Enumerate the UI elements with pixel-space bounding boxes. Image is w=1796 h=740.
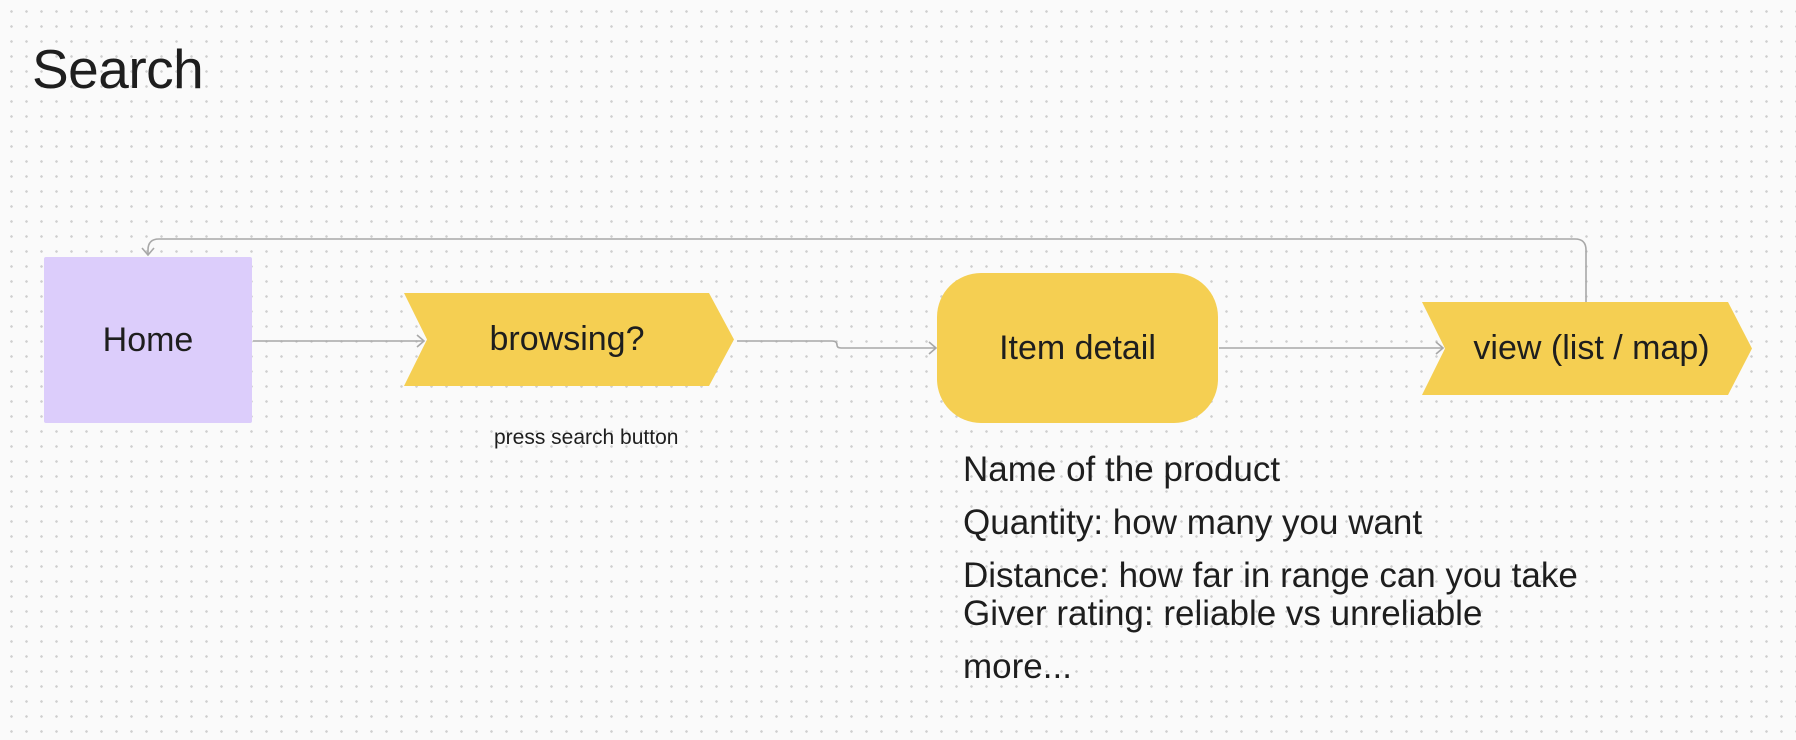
board-title[interactable]: Search [32,34,204,104]
arrowhead-view-to-home [141,247,155,257]
connector-browsing-to-item-detail[interactable] [737,340,936,349]
note-line: Distance: how far in range can you take [963,556,1578,595]
arrowhead-browsing-to-item-detail [928,341,938,355]
node-view-label: view (list / map) [1473,329,1710,367]
note-line: Quantity: how many you want [963,503,1423,542]
node-item-detail-label: Item detail [999,328,1156,367]
note-line: more... [963,647,1072,686]
note-line: Giver rating: reliable vs unreliable [963,594,1483,633]
connector-view-to-home[interactable] [147,238,1587,302]
whiteboard-canvas[interactable]: Search Home browsing? Item detail view (… [0,0,1796,740]
node-browsing[interactable]: browsing? [400,293,736,386]
node-item-detail[interactable]: Item detail [937,273,1218,423]
note-line: Name of the product [963,450,1281,489]
node-view[interactable]: view (list / map) [1419,302,1754,395]
node-browsing-label: browsing? [489,320,645,358]
node-home[interactable]: Home [44,257,252,423]
edge-label-press-search[interactable]: press search button [494,426,678,450]
node-home-label: Home [102,320,194,359]
